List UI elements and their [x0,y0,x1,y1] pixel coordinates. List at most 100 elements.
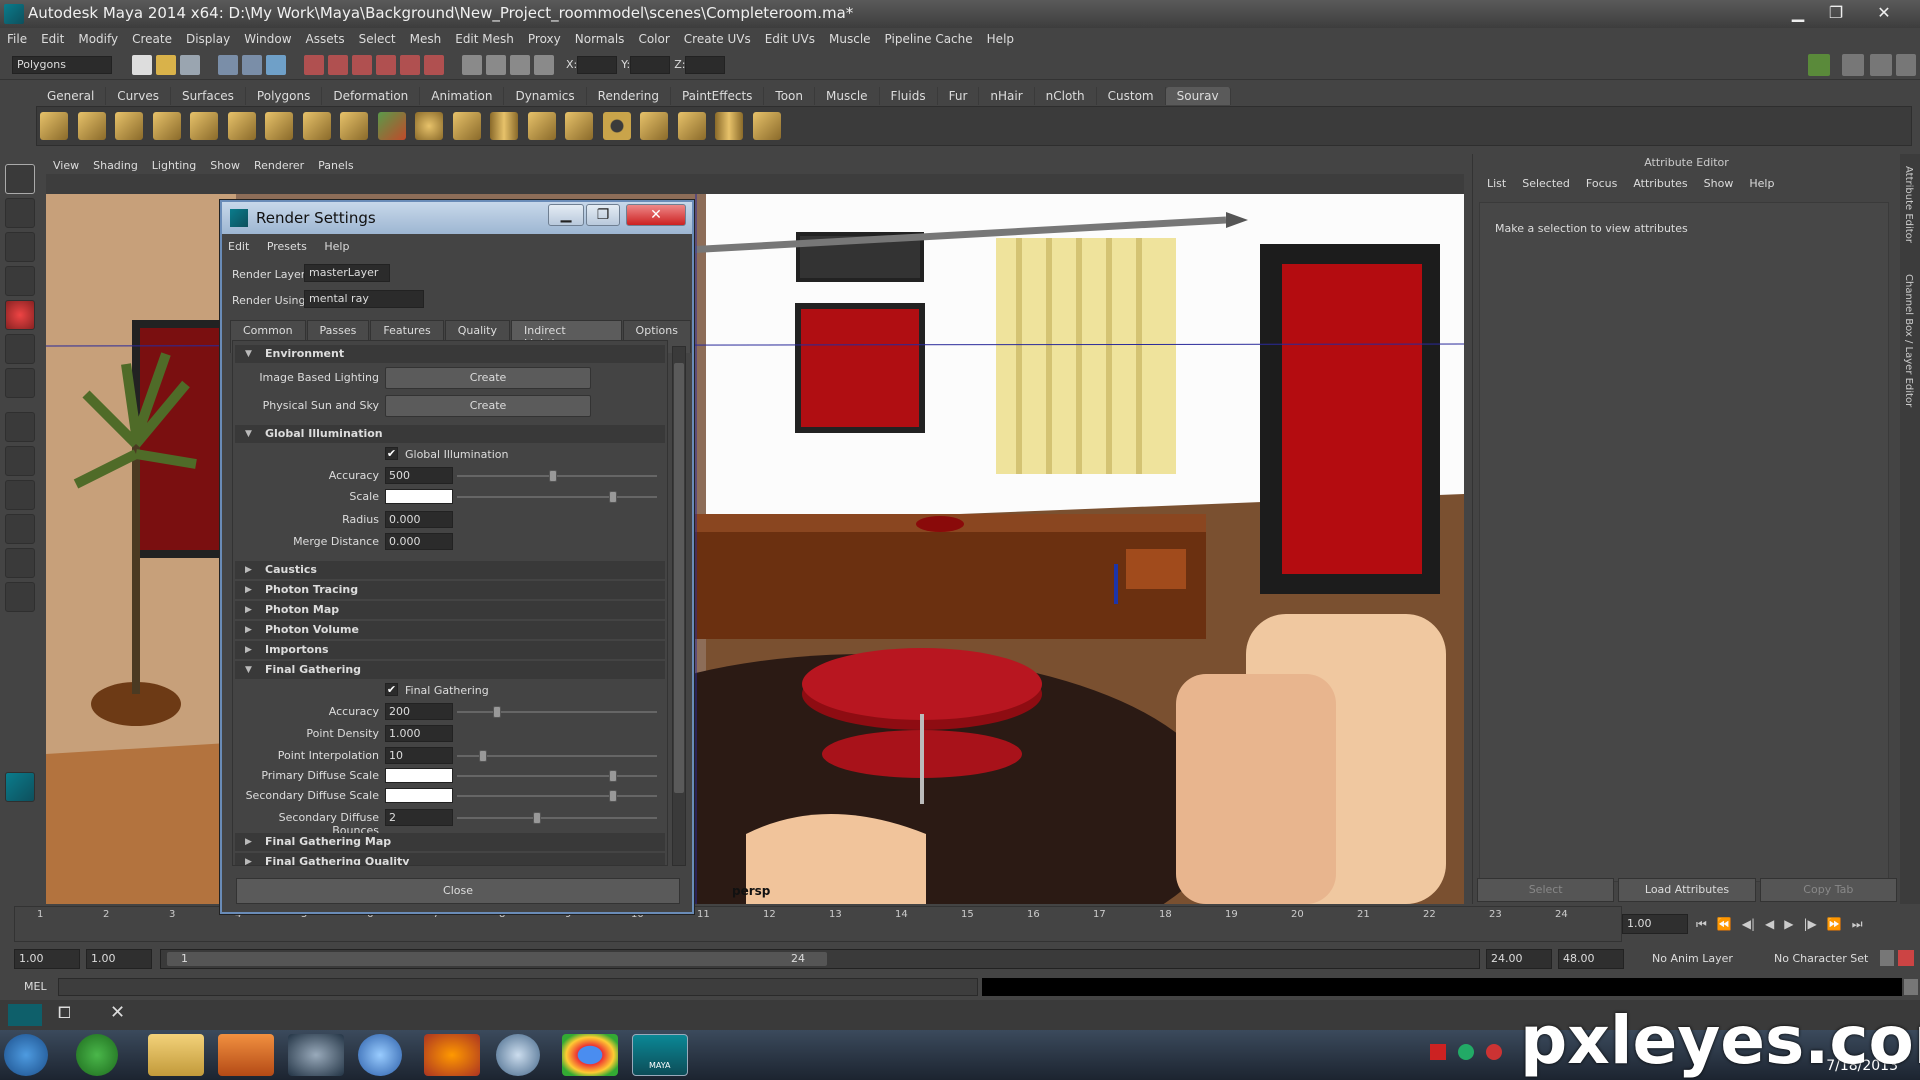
x-field[interactable] [577,55,618,74]
shelf-prism-icon[interactable] [640,112,668,140]
step-forward-key-icon[interactable]: ⏩ [1827,917,1842,931]
lasso-tool-icon[interactable] [5,198,35,228]
hypershade-layout-icon[interactable] [5,548,35,578]
gi-scale-swatch[interactable] [385,489,453,504]
close-window-button[interactable]: ✕ [1866,2,1902,24]
gi-accuracy-slider[interactable] [457,475,657,477]
ae-tab-list[interactable]: List [1487,177,1506,190]
shelf-tab-ncloth[interactable]: nCloth [1035,87,1097,105]
maya-help-icon[interactable] [5,772,35,802]
fg-bounces-slider[interactable] [457,817,657,819]
rs-menu-help[interactable]: Help [324,240,349,253]
ae-tab-selected[interactable]: Selected [1522,177,1570,190]
open-scene-icon[interactable] [156,54,176,75]
select-tool-icon[interactable] [5,164,35,194]
viewport-menu-panels[interactable]: Panels [318,159,353,172]
itunes-icon[interactable] [358,1034,402,1076]
rotate-tool-icon[interactable] [5,300,35,330]
select-object-icon[interactable] [242,54,262,75]
render-view-icon[interactable] [462,54,482,75]
shelf-tab-fur[interactable]: Fur [938,87,980,105]
shelf-tool-icon[interactable] [340,112,368,140]
step-back-frame-icon[interactable]: ◀| [1742,917,1755,931]
shelf-tab-polygons[interactable]: Polygons [246,87,323,105]
gi-scale-slider[interactable] [457,496,657,498]
shelf-tab-custom[interactable]: Custom [1097,87,1166,105]
viewport-menu-shading[interactable]: Shading [93,159,138,172]
fg-secondary-slider[interactable] [457,795,657,797]
fg-secondary-swatch[interactable] [385,788,453,803]
render-settings-icon[interactable] [534,54,554,75]
shelf-tab-animation[interactable]: Animation [420,87,505,105]
section-fg-quality[interactable]: ▶ Final Gathering Quality [235,853,665,865]
rs-close-button[interactable]: Close [236,878,680,904]
section-photon-tracing[interactable]: ▶ Photon Tracing [235,581,665,599]
menu-file[interactable]: File [7,32,27,46]
ae-tab-help[interactable]: Help [1749,177,1774,190]
tray-acrobat-icon[interactable] [1430,1044,1446,1060]
go-to-end-icon[interactable]: ⏭ [1852,917,1863,932]
shelf-tab-dynamics[interactable]: Dynamics [504,87,587,105]
section-fg-map[interactable]: ▶ Final Gathering Map [235,833,665,851]
section-importons[interactable]: ▶ Importons [235,641,665,659]
menu-color[interactable]: Color [638,32,669,46]
fg-accuracy-field[interactable]: 200 [385,703,453,720]
current-frame-field[interactable]: 1.00 [1622,914,1688,934]
snap-curve-icon[interactable] [328,54,348,75]
menu-pipeline-cache[interactable]: Pipeline Cache [885,32,973,46]
section-photon-volume[interactable]: ▶ Photon Volume [235,621,665,639]
ae-tab-focus[interactable]: Focus [1586,177,1617,190]
custom-layout-icon[interactable] [5,582,35,612]
menu-normals[interactable]: Normals [575,32,625,46]
playback-end-field[interactable]: 24.00 [1486,949,1552,969]
channel-box-toggle-icon[interactable] [1896,54,1916,76]
shelf-tab-curves[interactable]: Curves [106,87,171,105]
character-set-dropdown[interactable]: No Character Set [1774,952,1868,965]
shelf-tab-painteffects[interactable]: PaintEffects [671,87,765,105]
save-scene-icon[interactable] [180,54,200,75]
fg-primary-swatch[interactable] [385,768,453,783]
modeling-toolkit-icon[interactable] [1808,54,1830,76]
rs-scrollbar[interactable] [672,346,686,866]
shelf-cube-icon[interactable] [452,112,481,140]
menu-display[interactable]: Display [186,32,230,46]
shelf-cylinder-icon[interactable] [490,112,518,140]
restore-icon[interactable]: ⧠ [58,1003,71,1023]
shelf-tool-icon[interactable] [302,112,331,140]
menu-select[interactable]: Select [359,32,396,46]
ae-load-attributes-button[interactable]: Load Attributes [1618,878,1756,902]
section-global-illumination[interactable]: ▼ Global Illumination [235,425,665,443]
shelf-plane-icon[interactable] [565,112,593,140]
go-to-start-icon[interactable]: ⏮ [1696,917,1707,932]
utorrent-icon[interactable] [76,1034,118,1076]
range-slider-handle[interactable] [167,952,827,966]
snap-live-icon[interactable] [400,54,420,75]
step-forward-frame-icon[interactable]: |▶ [1804,917,1817,931]
viewport-menu-view[interactable]: View [53,159,79,172]
step-back-key-icon[interactable]: ⏪ [1717,917,1732,931]
gi-radius-field[interactable]: 0.000 [385,511,453,528]
dialog-close-button[interactable]: ✕ [626,204,686,226]
ae-select-button[interactable]: Select [1477,878,1615,902]
move-tool-icon[interactable] [5,266,35,296]
last-tool-icon[interactable] [5,368,35,398]
shelf-tab-nhair[interactable]: nHair [979,87,1035,105]
mel-label[interactable]: MEL [24,980,47,993]
shelf-tool-icon[interactable] [152,112,181,140]
y-field[interactable] [630,55,671,74]
new-scene-icon[interactable] [132,54,152,75]
menu-edit-mesh[interactable]: Edit Mesh [455,32,514,46]
rs-menu-edit[interactable]: Edit [228,240,249,253]
graph-layout-icon[interactable] [5,514,35,544]
anim-layer-dropdown[interactable]: No Anim Layer [1652,952,1733,965]
snap-plane-icon[interactable] [376,54,396,75]
shelf-helix-icon[interactable] [752,112,781,140]
preferences-icon[interactable] [1898,950,1914,966]
end-time-field[interactable]: 48.00 [1558,949,1624,969]
select-hierarchy-icon[interactable] [218,54,238,75]
render-layer-dropdown[interactable]: masterLayer [304,264,390,282]
auto-key-icon[interactable] [1880,950,1894,966]
rs-menu-presets[interactable]: Presets [267,240,307,253]
render-settings-titlebar[interactable]: Render Settings ▁ ❐ ✕ [222,202,692,234]
menu-proxy[interactable]: Proxy [528,32,561,46]
